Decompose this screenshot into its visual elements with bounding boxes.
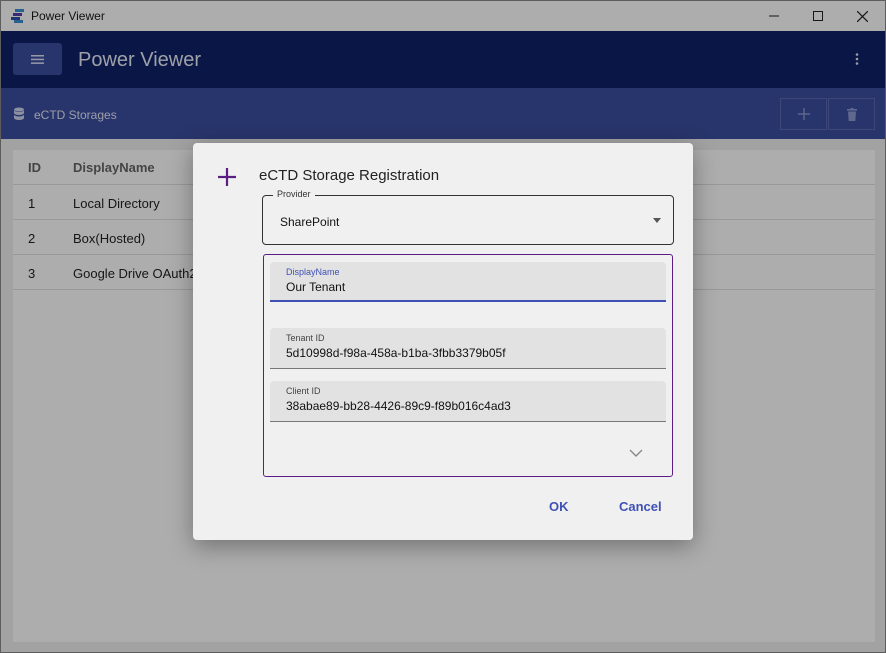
client-id-label: Client ID [286, 386, 321, 396]
displayname-field[interactable]: DisplayName Our Tenant [270, 262, 666, 302]
storage-registration-dialog: eCTD Storage Registration Provider Share… [193, 143, 693, 540]
cancel-button[interactable]: Cancel [619, 499, 662, 514]
provider-value: SharePoint [280, 215, 340, 229]
plus-icon [218, 168, 236, 186]
tenant-id-field[interactable]: Tenant ID 5d10998d-f98a-458a-b1ba-3fbb33… [270, 328, 666, 369]
provider-settings-panel: DisplayName Our Tenant Tenant ID 5d10998… [263, 254, 673, 477]
chevron-down-icon[interactable] [628, 445, 644, 461]
tenant-id-value: 5d10998d-f98a-458a-b1ba-3fbb3379b05f [286, 346, 506, 360]
provider-select[interactable]: Provider SharePoint [262, 189, 674, 245]
tenant-id-label: Tenant ID [286, 333, 325, 343]
displayname-label: DisplayName [286, 267, 340, 277]
ok-button[interactable]: OK [549, 499, 569, 514]
dialog-title: eCTD Storage Registration [259, 167, 440, 184]
provider-label: Provider [273, 189, 315, 199]
client-id-value: 38abae89-bb28-4426-89c9-f89b016c4ad3 [286, 399, 511, 413]
displayname-value: Our Tenant [286, 280, 346, 294]
client-id-field[interactable]: Client ID 38abae89-bb28-4426-89c9-f89b01… [270, 381, 666, 422]
dropdown-arrow-icon [653, 218, 661, 223]
